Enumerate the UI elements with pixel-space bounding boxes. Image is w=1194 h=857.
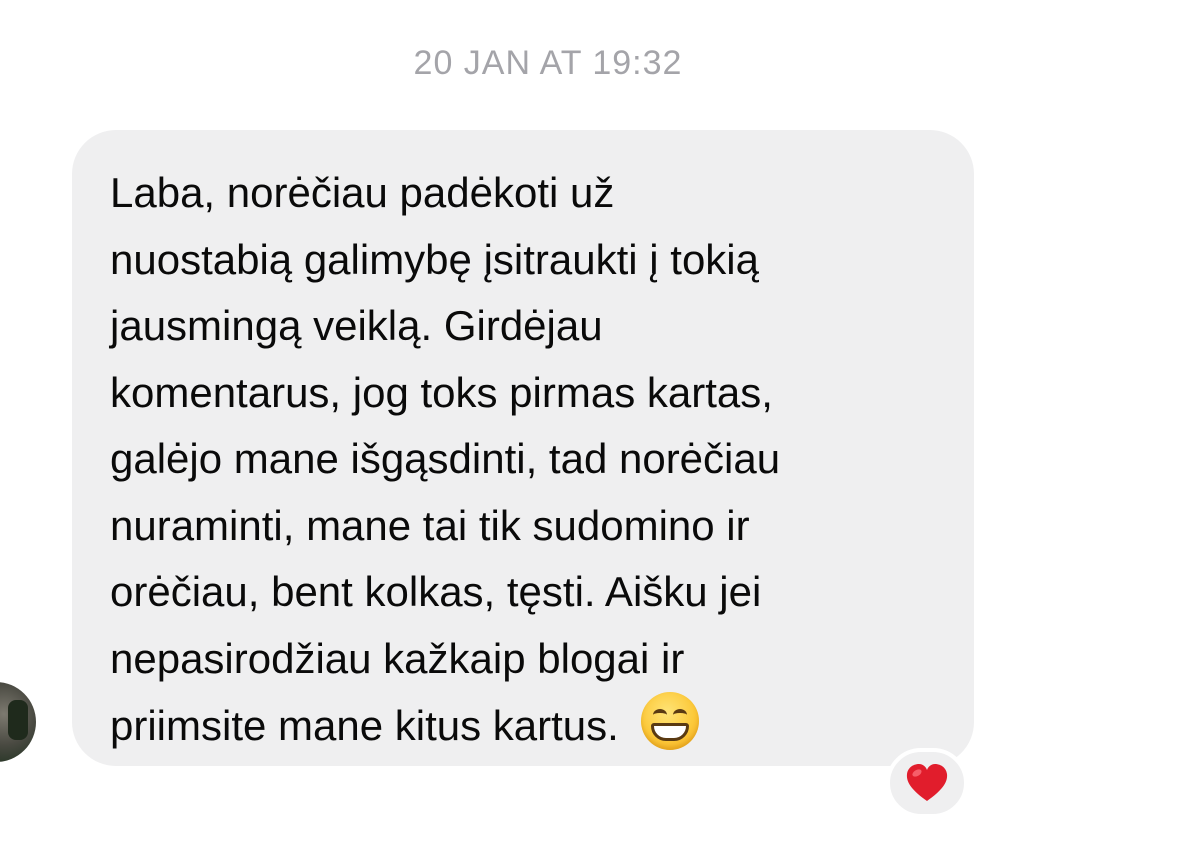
message-timestamp: 20 JAN AT 19:32 bbox=[413, 44, 683, 82]
grinning-face-emoji-icon bbox=[640, 692, 699, 750]
sender-avatar[interactable] bbox=[0, 682, 36, 762]
heart-reaction[interactable] bbox=[886, 748, 968, 818]
message-body: Laba, norėčiau padėkoti už nuostabią gal… bbox=[110, 169, 781, 749]
avatar-image-detail bbox=[8, 700, 28, 740]
message-bubble[interactable]: Laba, norėčiau padėkoti už nuostabią gal… bbox=[72, 130, 974, 766]
red-heart-icon bbox=[906, 764, 948, 801]
message-text: Laba, norėčiau padėkoti už nuostabią gal… bbox=[110, 160, 938, 760]
